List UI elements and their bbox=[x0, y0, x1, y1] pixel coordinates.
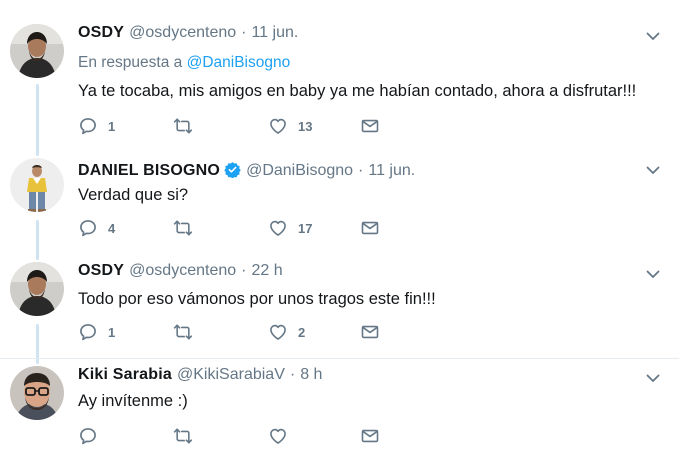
tweet-actions bbox=[78, 426, 398, 450]
reply-button[interactable]: 4 bbox=[78, 218, 115, 238]
envelope-icon bbox=[360, 426, 380, 446]
direct-message-button[interactable] bbox=[360, 218, 380, 238]
timestamp[interactable]: 8 h bbox=[300, 366, 322, 384]
display-name[interactable]: DANIEL BISOGNO bbox=[78, 162, 220, 180]
chevron-down-icon[interactable] bbox=[645, 28, 661, 44]
reply-icon bbox=[78, 426, 98, 446]
reply-prefix: En respuesta a bbox=[78, 54, 183, 71]
tweet-actions: 1 2 bbox=[78, 322, 398, 346]
envelope-icon bbox=[360, 322, 380, 342]
tweet[interactable]: DANIEL BISOGNO @DaniBisogno · 11 jun. Ve… bbox=[0, 158, 679, 252]
timestamp[interactable]: 22 h bbox=[251, 262, 282, 280]
chevron-down-icon[interactable] bbox=[645, 162, 661, 178]
display-name[interactable]: OSDY bbox=[78, 262, 124, 280]
tweet-text: Ya te tocaba, mis amigos en baby ya me h… bbox=[78, 82, 637, 100]
divider bbox=[0, 358, 679, 359]
envelope-icon bbox=[360, 116, 380, 136]
direct-message-button[interactable] bbox=[360, 116, 380, 136]
reply-button[interactable] bbox=[78, 426, 108, 446]
retweet-icon bbox=[173, 116, 193, 136]
like-button[interactable]: 13 bbox=[268, 116, 312, 136]
tweet-header: OSDY @osdycenteno · 22 h bbox=[78, 262, 283, 286]
user-handle[interactable]: @DaniBisogno bbox=[246, 162, 353, 180]
tweet-header: DANIEL BISOGNO @DaniBisogno · 11 jun. bbox=[78, 158, 415, 182]
retweet-button[interactable] bbox=[173, 426, 203, 446]
like-count: 2 bbox=[298, 324, 306, 340]
timestamp[interactable]: 11 jun. bbox=[368, 162, 415, 180]
avatar[interactable] bbox=[10, 158, 64, 212]
tweet[interactable]: OSDY @osdycenteno · 22 h Todo por eso vá… bbox=[0, 262, 679, 356]
tweet[interactable]: OSDY @osdycenteno · 11 jun. En respuesta… bbox=[0, 24, 679, 150]
retweet-icon bbox=[173, 426, 193, 446]
man-yellow-shirt-avatar bbox=[10, 158, 64, 212]
heart-icon bbox=[268, 426, 288, 446]
separator-dot: · bbox=[241, 24, 247, 41]
tweet-text: Todo por eso vámonos por unos tragos est… bbox=[78, 290, 436, 308]
chevron-down-icon[interactable] bbox=[645, 266, 661, 282]
tweet-text: Ay invítenme :) bbox=[78, 392, 188, 410]
heart-icon bbox=[268, 218, 288, 238]
reply-icon bbox=[78, 322, 98, 342]
reply-handle-link[interactable]: @DaniBisogno bbox=[187, 54, 291, 71]
reply-button[interactable]: 1 bbox=[78, 322, 115, 342]
reply-context: En respuesta a @DaniBisogno bbox=[78, 54, 290, 72]
tweet-text: Verdad que si? bbox=[78, 186, 189, 204]
reply-button[interactable]: 1 bbox=[78, 116, 115, 136]
reply-count: 4 bbox=[108, 220, 116, 236]
retweet-button[interactable] bbox=[173, 322, 203, 342]
direct-message-button[interactable] bbox=[360, 322, 380, 342]
separator-dot: · bbox=[289, 366, 296, 383]
man-dark-hair-avatar bbox=[10, 24, 64, 78]
tweet[interactable]: Kiki Sarabia @KikiSarabiaV · 8 h Ay inví… bbox=[0, 366, 679, 458]
retweet-icon bbox=[173, 218, 193, 238]
verified-badge-icon bbox=[224, 162, 241, 178]
like-button[interactable] bbox=[268, 426, 298, 446]
tweet-header: OSDY @osdycenteno · 11 jun. bbox=[78, 24, 298, 48]
tweet-actions: 1 13 bbox=[78, 116, 398, 140]
like-count: 17 bbox=[298, 220, 313, 236]
heart-icon bbox=[268, 116, 288, 136]
display-name[interactable]: Kiki Sarabia bbox=[78, 366, 172, 384]
avatar[interactable] bbox=[10, 262, 64, 316]
user-handle[interactable]: @osdycenteno bbox=[129, 262, 236, 280]
envelope-icon bbox=[360, 218, 380, 238]
retweet-button[interactable] bbox=[173, 218, 203, 238]
man-glasses-avatar bbox=[10, 366, 64, 420]
like-button[interactable]: 2 bbox=[268, 322, 305, 342]
tweet-actions: 4 17 bbox=[78, 218, 398, 242]
timestamp[interactable]: 11 jun. bbox=[251, 24, 298, 42]
like-button[interactable]: 17 bbox=[268, 218, 312, 238]
retweet-button[interactable] bbox=[173, 116, 203, 136]
chevron-down-icon[interactable] bbox=[645, 370, 661, 386]
avatar[interactable] bbox=[10, 24, 64, 78]
direct-message-button[interactable] bbox=[360, 426, 380, 446]
like-count: 13 bbox=[298, 118, 313, 134]
tweet-header: Kiki Sarabia @KikiSarabiaV · 8 h bbox=[78, 366, 322, 390]
separator-dot: · bbox=[241, 262, 247, 279]
heart-icon bbox=[268, 322, 288, 342]
reply-count: 1 bbox=[108, 118, 116, 134]
display-name[interactable]: OSDY bbox=[78, 24, 124, 42]
user-handle[interactable]: @osdycenteno bbox=[129, 24, 236, 42]
reply-icon bbox=[78, 218, 98, 238]
separator-dot: · bbox=[358, 162, 364, 179]
man-dark-hair-avatar bbox=[10, 262, 64, 316]
avatar[interactable] bbox=[10, 366, 64, 420]
user-handle[interactable]: @KikiSarabiaV bbox=[177, 366, 285, 384]
reply-count: 1 bbox=[108, 324, 116, 340]
retweet-icon bbox=[173, 322, 193, 342]
reply-icon bbox=[78, 116, 98, 136]
